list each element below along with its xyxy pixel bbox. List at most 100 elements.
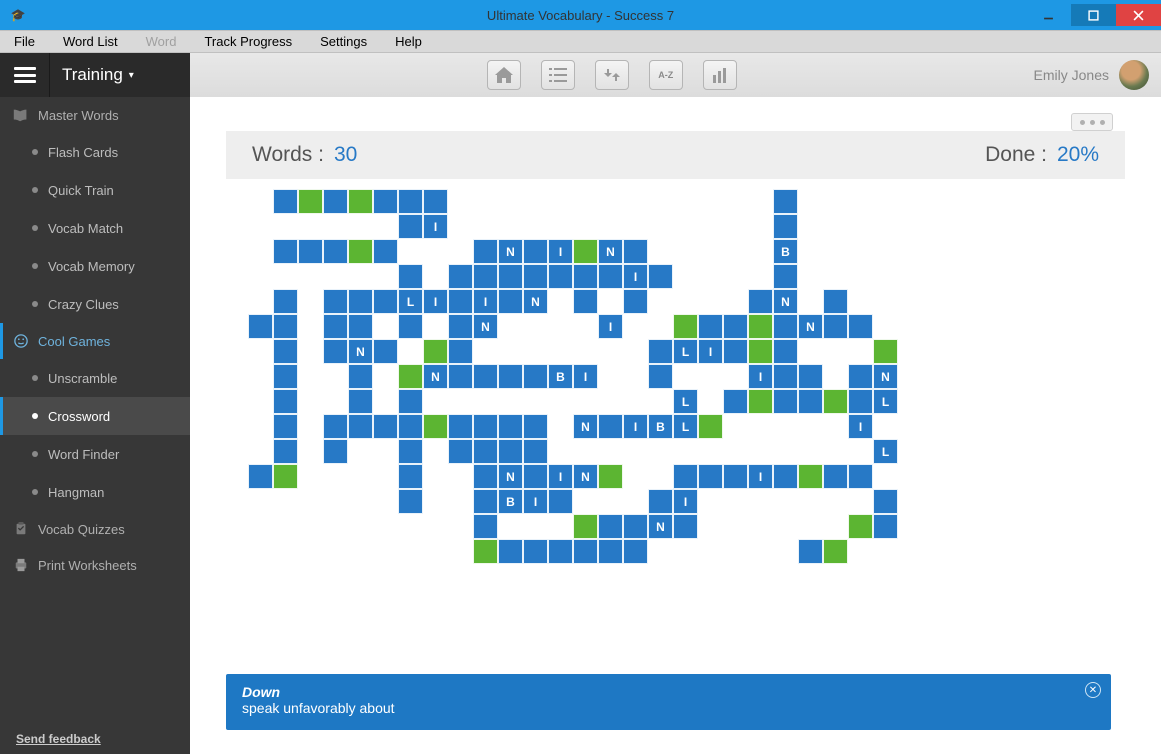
crossword-cell[interactable]: I xyxy=(748,364,773,389)
crossword-cell[interactable] xyxy=(398,189,423,214)
crossword-cell[interactable] xyxy=(498,439,523,464)
crossword-cell[interactable] xyxy=(773,464,798,489)
crossword-cell[interactable] xyxy=(398,389,423,414)
crossword-cell[interactable]: L xyxy=(398,289,423,314)
crossword-cell[interactable]: B xyxy=(773,239,798,264)
crossword-cell[interactable] xyxy=(273,189,298,214)
crossword-cell[interactable] xyxy=(398,414,423,439)
crossword-cell[interactable]: I xyxy=(623,414,648,439)
crossword-cell[interactable]: B xyxy=(648,414,673,439)
crossword-cell[interactable] xyxy=(448,289,473,314)
crossword-cell[interactable] xyxy=(448,364,473,389)
crossword-cell[interactable] xyxy=(273,339,298,364)
home-button[interactable] xyxy=(487,60,521,90)
crossword-cell[interactable]: I xyxy=(423,289,448,314)
crossword-cell[interactable]: N xyxy=(473,314,498,339)
crossword-cell[interactable] xyxy=(473,264,498,289)
crossword-cell[interactable]: N xyxy=(648,514,673,539)
crossword-cell[interactable]: L xyxy=(673,389,698,414)
crossword-cell[interactable] xyxy=(573,264,598,289)
crossword-cell[interactable] xyxy=(823,464,848,489)
crossword-cell[interactable] xyxy=(773,264,798,289)
crossword-cell[interactable] xyxy=(673,314,698,339)
crossword-cell[interactable] xyxy=(873,339,898,364)
crossword-cell[interactable] xyxy=(398,464,423,489)
crossword-cell[interactable] xyxy=(498,264,523,289)
user-area[interactable]: Emily Jones xyxy=(1034,60,1161,90)
crossword-cell[interactable] xyxy=(723,389,748,414)
crossword-cell[interactable] xyxy=(273,289,298,314)
crossword-cell[interactable] xyxy=(698,464,723,489)
crossword-cell[interactable] xyxy=(448,439,473,464)
crossword-cell[interactable]: I xyxy=(673,489,698,514)
crossword-cell[interactable] xyxy=(448,314,473,339)
crossword-cell[interactable] xyxy=(598,414,623,439)
crossword-cell[interactable] xyxy=(873,489,898,514)
crossword-cell[interactable]: N xyxy=(773,289,798,314)
crossword-cell[interactable] xyxy=(598,264,623,289)
crossword-cell[interactable] xyxy=(273,414,298,439)
crossword-cell[interactable] xyxy=(323,439,348,464)
crossword-cell[interactable] xyxy=(873,514,898,539)
crossword-cell[interactable]: N xyxy=(598,239,623,264)
crossword-cell[interactable] xyxy=(498,414,523,439)
crossword-cell[interactable] xyxy=(473,539,498,564)
crossword-cell[interactable] xyxy=(473,239,498,264)
crossword-cell[interactable] xyxy=(723,464,748,489)
crossword-cell[interactable] xyxy=(673,514,698,539)
crossword-cell[interactable] xyxy=(473,439,498,464)
crossword-cell[interactable] xyxy=(248,314,273,339)
sidebar-item-word-finder[interactable]: Word Finder xyxy=(0,435,190,473)
crossword-cell[interactable] xyxy=(398,314,423,339)
crossword-cell[interactable] xyxy=(573,539,598,564)
crossword-cell[interactable] xyxy=(523,464,548,489)
crossword-cell[interactable]: N xyxy=(498,239,523,264)
menu-toggle-button[interactable] xyxy=(0,53,50,97)
sidebar-item-vocab-match[interactable]: Vocab Match xyxy=(0,209,190,247)
crossword-cell[interactable]: I xyxy=(698,339,723,364)
crossword-cell[interactable] xyxy=(398,264,423,289)
crossword-cell[interactable] xyxy=(373,289,398,314)
crossword-cell[interactable] xyxy=(648,339,673,364)
crossword-cell[interactable] xyxy=(523,239,548,264)
crossword-cell[interactable] xyxy=(348,239,373,264)
crossword-cell[interactable] xyxy=(773,214,798,239)
crossword-cell[interactable]: I xyxy=(548,239,573,264)
close-button[interactable] xyxy=(1116,4,1161,26)
crossword-cell[interactable] xyxy=(498,364,523,389)
sidebar-section-master-words[interactable]: Master Words xyxy=(0,97,190,133)
crossword-cell[interactable] xyxy=(423,414,448,439)
crossword-cell[interactable] xyxy=(473,364,498,389)
crossword-cell[interactable] xyxy=(598,514,623,539)
crossword-cell[interactable] xyxy=(373,239,398,264)
crossword-cell[interactable] xyxy=(773,339,798,364)
crossword-cell[interactable]: N xyxy=(498,464,523,489)
crossword-cell[interactable] xyxy=(748,339,773,364)
crossword-cell[interactable] xyxy=(273,389,298,414)
crossword-cell[interactable]: N xyxy=(348,339,373,364)
crossword-cell[interactable] xyxy=(648,264,673,289)
crossword-cell[interactable] xyxy=(823,314,848,339)
crossword-cell[interactable] xyxy=(323,289,348,314)
crossword-cell[interactable] xyxy=(348,364,373,389)
crossword-cell[interactable] xyxy=(398,214,423,239)
crossword-cell[interactable] xyxy=(448,339,473,364)
crossword-cell[interactable] xyxy=(798,464,823,489)
sidebar-item-crazy-clues[interactable]: Crazy Clues xyxy=(0,285,190,323)
crossword-cell[interactable] xyxy=(773,189,798,214)
crossword-cell[interactable] xyxy=(323,189,348,214)
crossword-cell[interactable] xyxy=(748,289,773,314)
crossword-cell[interactable] xyxy=(548,264,573,289)
crossword-cell[interactable]: I xyxy=(573,364,598,389)
crossword-cell[interactable]: I xyxy=(848,414,873,439)
crossword-cell[interactable] xyxy=(748,314,773,339)
crossword-cell[interactable]: I xyxy=(623,264,648,289)
crossword-cell[interactable] xyxy=(698,414,723,439)
crossword-cell[interactable] xyxy=(273,439,298,464)
crossword-cell[interactable]: N xyxy=(573,414,598,439)
crossword-cell[interactable] xyxy=(848,389,873,414)
sidebar-item-flash-cards[interactable]: Flash Cards xyxy=(0,133,190,171)
crossword-cell[interactable]: L xyxy=(873,389,898,414)
crossword-cell[interactable] xyxy=(473,489,498,514)
sidebar-section-cool-games[interactable]: Cool Games xyxy=(0,323,190,359)
